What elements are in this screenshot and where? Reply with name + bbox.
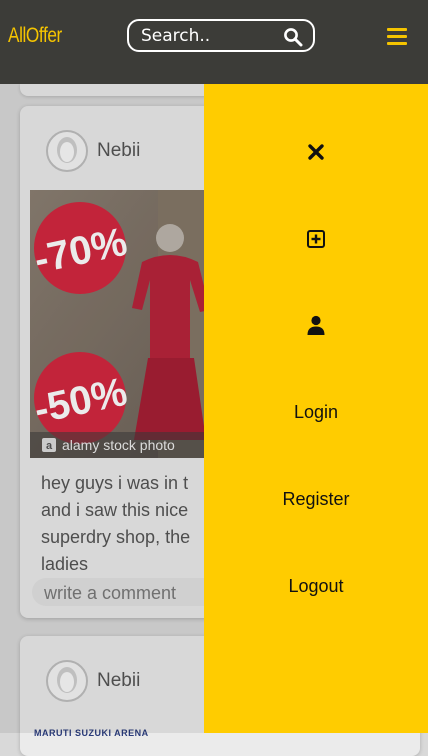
- search-icon[interactable]: [283, 27, 303, 47]
- hamburger-icon[interactable]: [386, 25, 408, 47]
- register-link[interactable]: Register: [204, 489, 428, 510]
- login-link[interactable]: Login: [204, 402, 428, 423]
- user-icon[interactable]: [305, 314, 327, 336]
- logout-link[interactable]: Logout: [204, 576, 428, 597]
- side-menu: Login Register Logout: [204, 84, 428, 733]
- top-navbar: AllOffer: [0, 0, 428, 84]
- search-input[interactable]: [141, 25, 281, 47]
- add-post-icon[interactable]: [305, 228, 327, 250]
- app-logo[interactable]: AllOffer: [8, 24, 62, 48]
- close-icon[interactable]: [305, 141, 327, 163]
- search-box[interactable]: [127, 19, 315, 52]
